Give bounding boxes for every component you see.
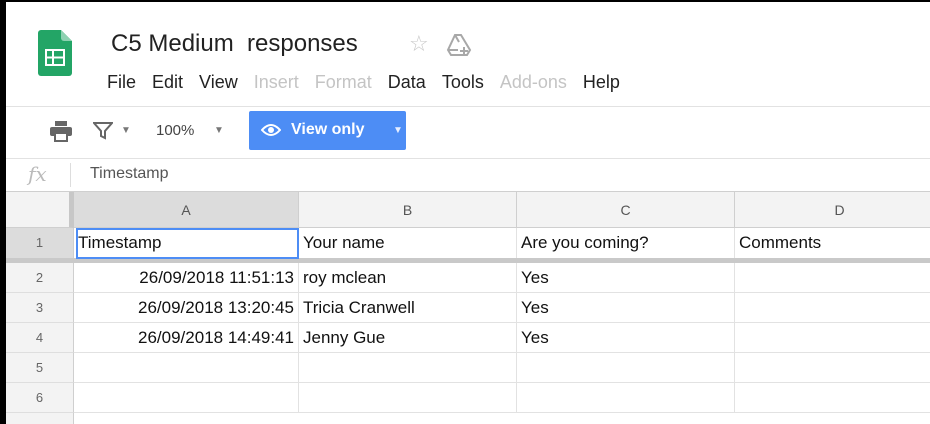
menu-tools[interactable]: Tools bbox=[442, 72, 484, 96]
row-header-3[interactable]: 3 bbox=[6, 293, 74, 323]
cell-a6[interactable] bbox=[74, 383, 299, 413]
cell-d2[interactable] bbox=[735, 263, 930, 293]
menu-add-ons: Add-ons bbox=[499, 72, 567, 92]
cell-c2[interactable]: Yes bbox=[517, 263, 735, 293]
sheets-logo-icon[interactable] bbox=[38, 30, 72, 76]
spreadsheet-window: C5 Medium responses ☆ File Edit View Ins… bbox=[0, 0, 930, 424]
drive-move-icon[interactable] bbox=[446, 33, 472, 57]
zoom-select[interactable]: 100% bbox=[156, 122, 194, 139]
cell-d3[interactable] bbox=[735, 293, 930, 323]
column-header-d[interactable]: D bbox=[735, 192, 930, 228]
cell-b6[interactable] bbox=[299, 383, 517, 413]
cell-c3[interactable]: Yes bbox=[517, 293, 735, 323]
cell-b4[interactable]: Jenny Gue bbox=[299, 323, 517, 353]
row-header-5[interactable]: 5 bbox=[6, 353, 74, 383]
row-header-7[interactable] bbox=[6, 413, 74, 424]
chevron-down-icon[interactable]: ▼ bbox=[393, 125, 403, 136]
column-header-c[interactable]: C bbox=[517, 192, 735, 228]
menu-help[interactable]: Help bbox=[583, 72, 620, 96]
column-header-a[interactable]: A bbox=[74, 192, 299, 228]
cell-c6[interactable] bbox=[517, 383, 735, 413]
cell-c1[interactable]: Are you coming? bbox=[517, 228, 735, 259]
star-icon[interactable]: ☆ bbox=[409, 31, 429, 57]
cell-a5[interactable] bbox=[74, 353, 299, 383]
fx-icon: fx bbox=[28, 162, 47, 186]
menu-edit[interactable]: Edit bbox=[152, 72, 183, 96]
cell-b5[interactable] bbox=[299, 353, 517, 383]
menu-data[interactable]: Data bbox=[388, 72, 426, 96]
row-header-4[interactable]: 4 bbox=[6, 323, 74, 353]
chevron-down-icon[interactable]: ▼ bbox=[121, 125, 131, 136]
document-title[interactable]: C5 Medium responses bbox=[111, 30, 358, 58]
toolbar-divider bbox=[6, 158, 930, 159]
view-only-label: View only bbox=[291, 121, 365, 138]
column-header-b[interactable]: B bbox=[299, 192, 517, 228]
row-header-6[interactable]: 6 bbox=[6, 383, 74, 413]
sheet-grid: A B C D 1 Timestamp Your name Are you co… bbox=[6, 192, 930, 424]
cell-d6[interactable] bbox=[735, 383, 930, 413]
cell-d1[interactable]: Comments bbox=[735, 228, 930, 259]
formula-input[interactable]: Timestamp bbox=[90, 165, 169, 183]
cell-a3[interactable]: 26/09/2018 13:20:45 bbox=[74, 293, 299, 323]
cell-b2[interactable]: roy mclean bbox=[299, 263, 517, 293]
cell-c5[interactable] bbox=[517, 353, 735, 383]
eye-icon bbox=[261, 124, 281, 136]
menu-view[interactable]: View bbox=[199, 72, 238, 96]
cell-a4[interactable]: 26/09/2018 14:49:41 bbox=[74, 323, 299, 353]
row-header-1[interactable]: 1 bbox=[6, 228, 74, 259]
header-divider bbox=[6, 106, 930, 107]
cell-b1[interactable]: Your name bbox=[299, 228, 517, 259]
cell-d5[interactable] bbox=[735, 353, 930, 383]
formula-divider bbox=[70, 163, 71, 187]
cell-a1[interactable]: Timestamp bbox=[74, 228, 299, 259]
chevron-down-icon[interactable]: ▼ bbox=[214, 125, 224, 136]
cell-a2[interactable]: 26/09/2018 11:51:13 bbox=[74, 263, 299, 293]
view-only-button[interactable]: View only ▼ bbox=[249, 111, 406, 150]
cell-c4[interactable]: Yes bbox=[517, 323, 735, 353]
print-icon[interactable] bbox=[49, 120, 73, 142]
row-header-2[interactable]: 2 bbox=[6, 263, 74, 293]
menu-format: Format bbox=[314, 72, 372, 92]
select-all-corner[interactable] bbox=[6, 192, 74, 228]
menu-insert: Insert bbox=[253, 72, 299, 92]
cell-b3[interactable]: Tricia Cranwell bbox=[299, 293, 517, 323]
menu-bar: File Edit View Insert Format Data Tools … bbox=[107, 72, 636, 96]
menu-file[interactable]: File bbox=[107, 72, 136, 96]
filter-icon[interactable] bbox=[93, 122, 113, 140]
cell-d4[interactable] bbox=[735, 323, 930, 353]
